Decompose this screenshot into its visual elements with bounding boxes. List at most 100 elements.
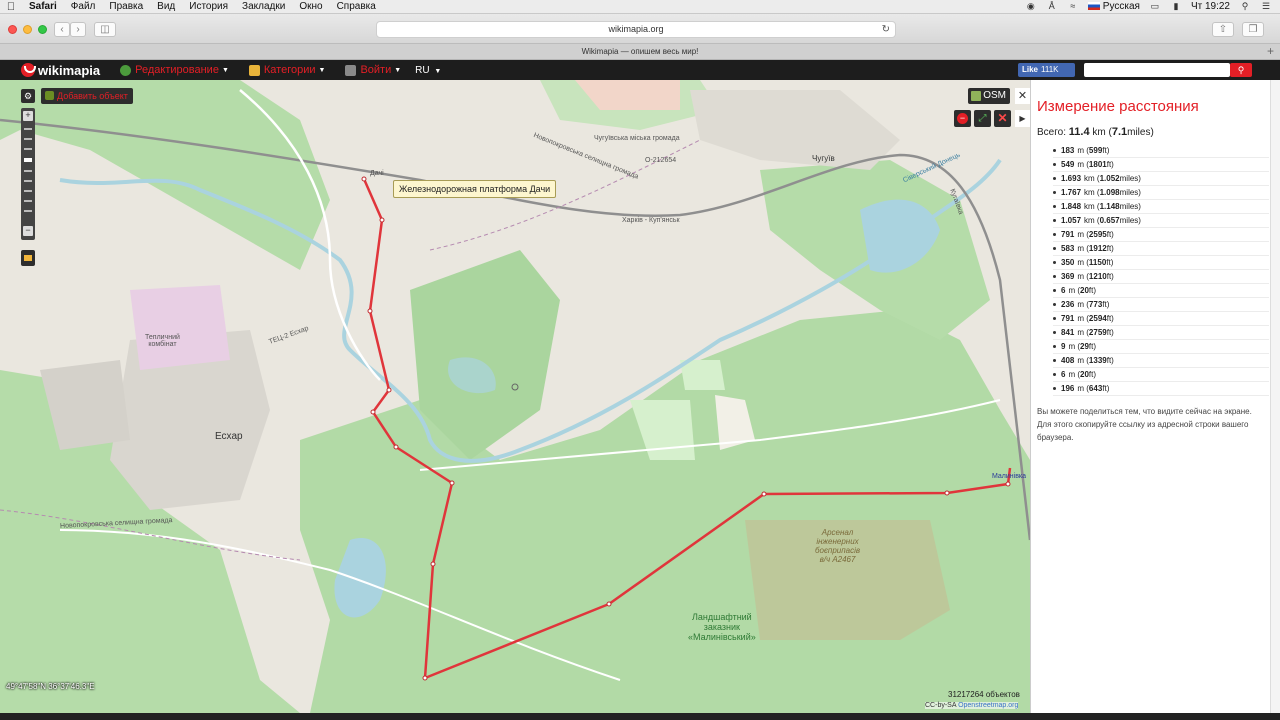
zoom-in-button[interactable]: + — [23, 111, 33, 121]
new-tab-button[interactable]: + — [1267, 44, 1274, 58]
close-panel-button[interactable]: ✕ — [1015, 88, 1030, 104]
segment-alt-value: 599 — [1088, 146, 1103, 155]
menu-edit[interactable]: Правка — [102, 1, 150, 12]
russian-flag-icon — [1087, 2, 1100, 11]
window-controls — [8, 25, 47, 34]
menu-history[interactable]: История — [182, 1, 235, 12]
menu-app[interactable]: Safari — [22, 1, 64, 12]
menu-help[interactable]: Справка — [330, 1, 383, 12]
logo-text: wikimapia — [38, 62, 101, 78]
map-canvas — [0, 80, 1030, 713]
zoom-tick — [24, 210, 32, 212]
share-button[interactable]: ⇧ — [1212, 22, 1234, 37]
map-attribution: CC-by-SA Openstreetmap.org — [925, 702, 1019, 709]
panel-scrollbar[interactable] — [1270, 80, 1280, 713]
address-bar[interactable]: wikimapia.org ↻ — [376, 21, 896, 38]
dock-strip — [0, 713, 1280, 720]
wikimapia-logo[interactable]: wikimapia — [21, 63, 100, 78]
segment-alt-unit: miles — [1119, 216, 1139, 225]
route-vertex — [386, 387, 392, 393]
wifi-icon[interactable]: ≈ — [1067, 2, 1079, 11]
close-icon: ✕ — [997, 111, 1008, 125]
layers-button[interactable] — [21, 250, 35, 266]
nav-login[interactable]: Войти ▼ — [345, 64, 401, 76]
label-arsenal: Арсенал інженерних боєприпасів в/ч А2467 — [815, 528, 861, 564]
minimize-window-button[interactable] — [23, 25, 32, 34]
label-greenhouse: Тепличний комбінат — [145, 334, 180, 348]
segment-alt-value: 1150 — [1088, 258, 1107, 267]
fit-route-button[interactable]: ⤢ — [974, 110, 991, 127]
segment-item: 6m (20ft) — [1053, 284, 1269, 298]
caret-down-icon: ▼ — [221, 66, 229, 74]
close-window-button[interactable] — [8, 25, 17, 34]
sidebar-button[interactable]: ◫ — [94, 22, 116, 37]
zoom-tick — [24, 180, 32, 182]
nav-edit[interactable]: Редактирование ▼ — [120, 64, 229, 76]
segment-alt-value: 643 — [1088, 384, 1103, 393]
airplay-icon[interactable]: ▭ — [1149, 2, 1161, 11]
nav-categories-label: Категории — [263, 64, 316, 76]
menu-file[interactable]: Файл — [64, 1, 103, 12]
spotlight-icon[interactable]: ⚲ — [1239, 2, 1251, 11]
share-icon: ⇧ — [1218, 24, 1228, 35]
attribution-link[interactable]: Openstreetmap.org — [958, 702, 1018, 709]
bluetooth-icon[interactable]: Å — [1046, 2, 1058, 11]
zoom-out-button[interactable]: − — [23, 226, 33, 236]
input-source[interactable]: Русская — [1087, 1, 1140, 12]
nav-categories[interactable]: Категории ▼ — [248, 64, 325, 76]
total-km: 11.4 — [1068, 126, 1090, 138]
zoom-tick — [24, 128, 32, 130]
osm-layer-button[interactable]: OSM — [968, 88, 1010, 104]
label-malynivka: Малинівка — [992, 473, 1027, 480]
zoom-slider[interactable]: + − — [21, 108, 35, 240]
facebook-like-button[interactable]: Like 111K — [1018, 63, 1075, 77]
menu-bookmarks[interactable]: Закладки — [235, 1, 292, 12]
map-settings-button[interactable]: ⚙ — [21, 89, 35, 103]
zoom-tick — [24, 190, 32, 192]
play-right-icon: ▶ — [1019, 114, 1026, 123]
tab-title[interactable]: Wikimapia — опишем весь мир! — [582, 47, 699, 56]
language-selector[interactable]: RU ▼ — [415, 65, 441, 76]
vpn-icon[interactable]: ◉ — [1025, 2, 1037, 11]
search-button[interactable]: ⚲ — [1230, 63, 1252, 77]
menu-window[interactable]: Окно — [292, 1, 329, 12]
total-miles: 7.1 — [1111, 126, 1128, 138]
sidebar-icon: ◫ — [100, 24, 110, 35]
apple-icon[interactable]:  — [0, 1, 22, 13]
menu-view[interactable]: Вид — [150, 1, 182, 12]
segment-alt-value: 2595 — [1088, 230, 1107, 239]
add-object-button[interactable]: Добавить объект — [41, 88, 133, 104]
search-input[interactable] — [1084, 63, 1230, 77]
zoom-handle[interactable] — [24, 158, 32, 162]
segment-unit: km — [1084, 174, 1095, 183]
segment-item: 1.848 km (1.148miles) — [1053, 200, 1269, 214]
segment-unit: km — [1084, 188, 1095, 197]
zoom-window-button[interactable] — [38, 25, 47, 34]
tabs-overview-button[interactable]: ❐ — [1242, 22, 1264, 37]
close-icon: ✕ — [1017, 90, 1028, 102]
segment-alt-value: 1.052 — [1099, 174, 1120, 183]
map-area[interactable]: Есхар Тепличний комбінат ТЕЦ-2 Есхар Чуг… — [0, 80, 1030, 713]
back-button[interactable]: ‹ — [54, 22, 70, 37]
battery-icon[interactable]: ▮ — [1170, 2, 1182, 11]
meadow — [680, 360, 725, 390]
segment-item: 236 m (773ft) — [1053, 298, 1269, 312]
reload-icon[interactable]: ↻ — [882, 22, 890, 37]
remove-point-button[interactable]: − — [954, 110, 971, 127]
collapse-panel-button[interactable]: ▶ — [1015, 110, 1030, 127]
segment-value: 408 — [1061, 356, 1075, 365]
forward-button[interactable]: › — [70, 22, 86, 37]
clear-route-button[interactable]: ✕ — [994, 110, 1011, 127]
total-miles-unit: miles — [1127, 127, 1151, 138]
route-vertex — [761, 491, 767, 497]
measure-tools: − ⤢ ✕ — [954, 110, 1011, 127]
object-tooltip: Железнодорожная платформа Дачи — [393, 180, 557, 198]
label-landscape-reserve: Ландшафтний заказник «Малинівський» — [688, 612, 756, 642]
segment-alt-value: 1339 — [1088, 356, 1107, 365]
segment-value: 1.693 — [1061, 174, 1082, 183]
segment-alt-value: 20 — [1080, 370, 1089, 379]
label-kharkiv-kupiansk: Харків - Куп'янськ — [622, 217, 680, 224]
notification-center-icon[interactable]: ☰ — [1260, 2, 1272, 11]
clock[interactable]: Чт 19:22 — [1191, 1, 1230, 12]
segment-item: 583 m (1912ft) — [1053, 242, 1269, 256]
